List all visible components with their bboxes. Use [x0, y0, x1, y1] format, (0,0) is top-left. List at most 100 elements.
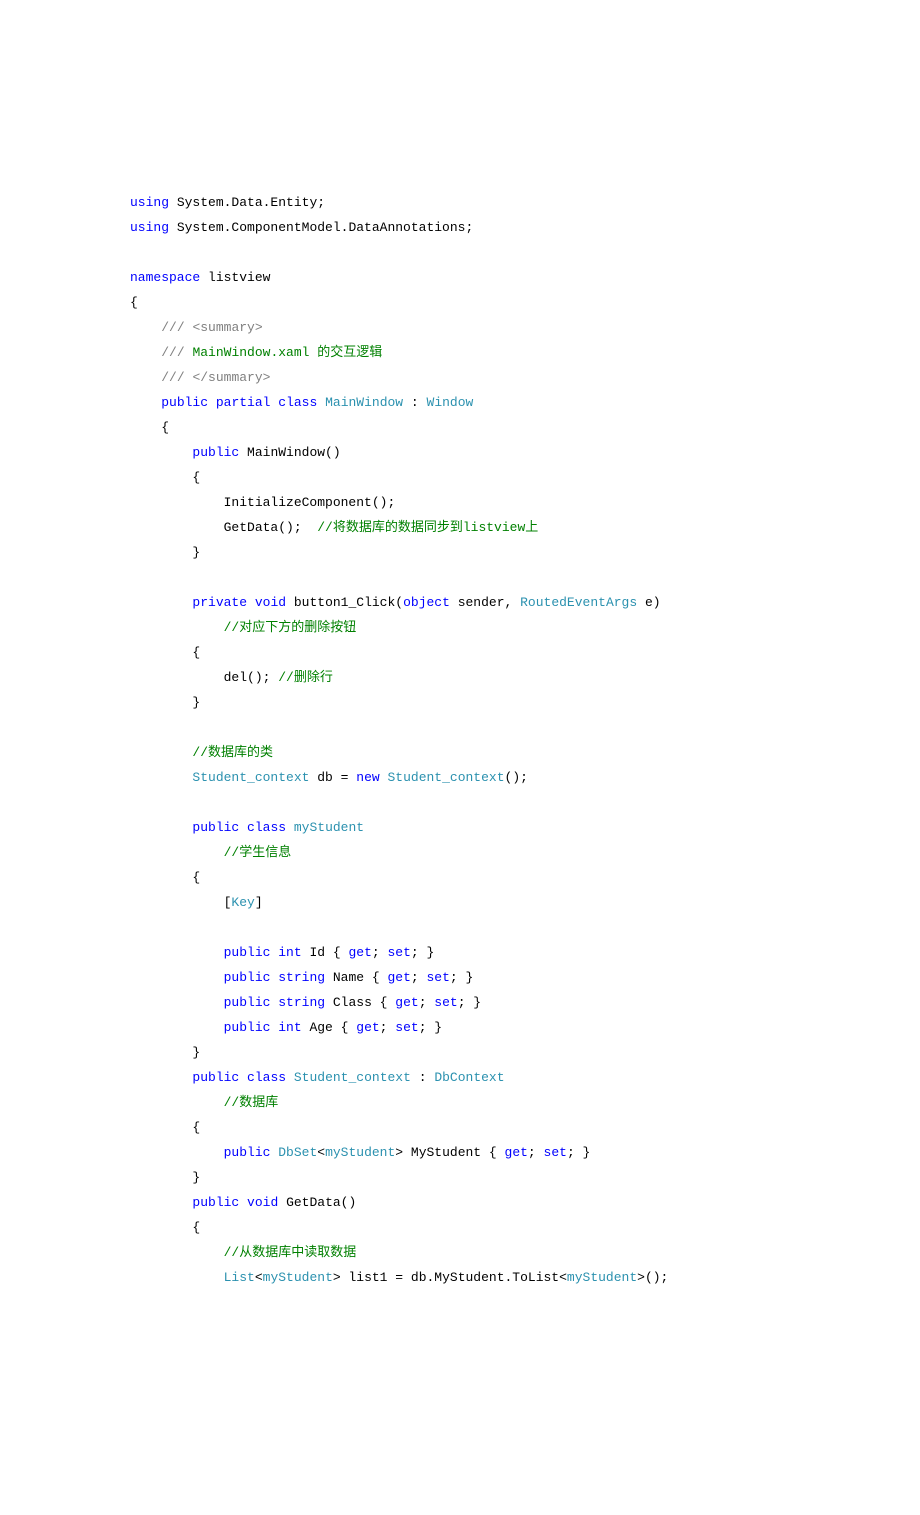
- code-line: [130, 240, 790, 265]
- code-token: Window: [427, 395, 474, 410]
- code-token: set: [387, 945, 410, 960]
- code-token: {: [130, 420, 169, 435]
- code-line: public MainWindow(): [130, 440, 790, 465]
- code-line: del(); //删除行: [130, 665, 790, 690]
- code-token: e): [637, 595, 660, 610]
- code-token: int: [278, 1020, 301, 1035]
- code-line: namespace listview: [130, 265, 790, 290]
- code-token: :: [403, 395, 426, 410]
- code-token: string: [278, 995, 325, 1010]
- code-token: [130, 1095, 224, 1110]
- code-token: get: [395, 995, 418, 1010]
- code-token: ]: [255, 895, 263, 910]
- code-line: /// <summary>: [130, 315, 790, 340]
- code-token: public: [192, 1195, 239, 1210]
- code-token: [130, 1195, 192, 1210]
- code-line: public partial class MainWindow : Window: [130, 390, 790, 415]
- code-token: //学生信息: [224, 845, 292, 860]
- code-token: public: [192, 445, 239, 460]
- code-token: Student_context: [294, 1070, 411, 1085]
- code-token: [130, 770, 192, 785]
- code-line: [Key]: [130, 890, 790, 915]
- code-token: myStudent: [263, 1270, 333, 1285]
- code-token: ; }: [567, 1145, 590, 1160]
- code-token: ; }: [411, 945, 434, 960]
- code-token: ; }: [450, 970, 473, 985]
- code-token: System.ComponentModel.DataAnnotations;: [169, 220, 473, 235]
- code-token: MainWindow(): [239, 445, 340, 460]
- code-token: myStudent: [325, 1145, 395, 1160]
- code-token: [208, 395, 216, 410]
- code-token: public: [192, 1070, 239, 1085]
- code-token: [130, 820, 192, 835]
- code-line: public void GetData(): [130, 1190, 790, 1215]
- code-token: [130, 370, 161, 385]
- code-token: public: [161, 395, 208, 410]
- code-token: [130, 320, 161, 335]
- code-line: public int Age { get; set; }: [130, 1015, 790, 1040]
- code-line: using System.Data.Entity;: [130, 190, 790, 215]
- code-token: [130, 620, 224, 635]
- code-token: [130, 745, 192, 760]
- code-token: Student_context: [192, 770, 309, 785]
- code-token: ;: [380, 1020, 396, 1035]
- code-token: DbSet: [278, 1145, 317, 1160]
- code-token: > list1 = db.MyStudent.ToList<: [333, 1270, 567, 1285]
- code-line: public class myStudent: [130, 815, 790, 840]
- code-token: using: [130, 220, 169, 235]
- code-token: class: [247, 820, 286, 835]
- code-token: //从数据库中读取数据: [224, 1245, 357, 1260]
- code-line: InitializeComponent();: [130, 490, 790, 515]
- code-token: [239, 1070, 247, 1085]
- code-line: }: [130, 1040, 790, 1065]
- code-token: [: [130, 895, 231, 910]
- code-token: public: [224, 1145, 271, 1160]
- code-token: <summary>: [192, 320, 262, 335]
- code-line: {: [130, 640, 790, 665]
- code-token: //删除行: [278, 670, 333, 685]
- code-token: myStudent: [567, 1270, 637, 1285]
- code-token: <: [255, 1270, 263, 1285]
- code-token: [130, 445, 192, 460]
- code-token: [130, 595, 192, 610]
- code-token: GetData(): [278, 1195, 356, 1210]
- code-line: }: [130, 540, 790, 565]
- code-token: ;: [528, 1145, 544, 1160]
- code-token: [239, 820, 247, 835]
- code-token: void: [255, 595, 286, 610]
- code-token: ;: [372, 945, 388, 960]
- code-line: public class Student_context : DbContext: [130, 1065, 790, 1090]
- code-token: public: [224, 995, 271, 1010]
- code-token: ; }: [458, 995, 481, 1010]
- code-token: myStudent: [294, 820, 364, 835]
- code-line: {: [130, 1115, 790, 1140]
- code-line: }: [130, 1165, 790, 1190]
- code-token: }: [130, 1170, 200, 1185]
- code-token: ///: [161, 320, 184, 335]
- code-line: //数据库的类: [130, 740, 790, 765]
- code-token: MainWindow: [325, 395, 403, 410]
- code-token: partial: [216, 395, 271, 410]
- code-token: ///: [161, 370, 184, 385]
- code-line: public string Name { get; set; }: [130, 965, 790, 990]
- code-token: ;: [411, 970, 427, 985]
- code-token: db =: [309, 770, 356, 785]
- code-line: [130, 915, 790, 940]
- code-token: class: [278, 395, 317, 410]
- code-token: string: [278, 970, 325, 985]
- code-token: class: [247, 1070, 286, 1085]
- code-token: [130, 1070, 192, 1085]
- code-token: :: [411, 1070, 434, 1085]
- code-token: [130, 945, 224, 960]
- code-token: {: [130, 1220, 200, 1235]
- code-token: RoutedEventArgs: [520, 595, 637, 610]
- code-token: Student_context: [387, 770, 504, 785]
- code-line: /// </summary>: [130, 365, 790, 390]
- code-token: [286, 1070, 294, 1085]
- code-token: Key: [231, 895, 254, 910]
- code-token: }: [130, 1045, 200, 1060]
- code-line: using System.ComponentModel.DataAnnotati…: [130, 215, 790, 240]
- code-line: private void button1_Click(object sender…: [130, 590, 790, 615]
- code-token: ();: [505, 770, 528, 785]
- code-line: /// MainWindow.xaml 的交互逻辑: [130, 340, 790, 365]
